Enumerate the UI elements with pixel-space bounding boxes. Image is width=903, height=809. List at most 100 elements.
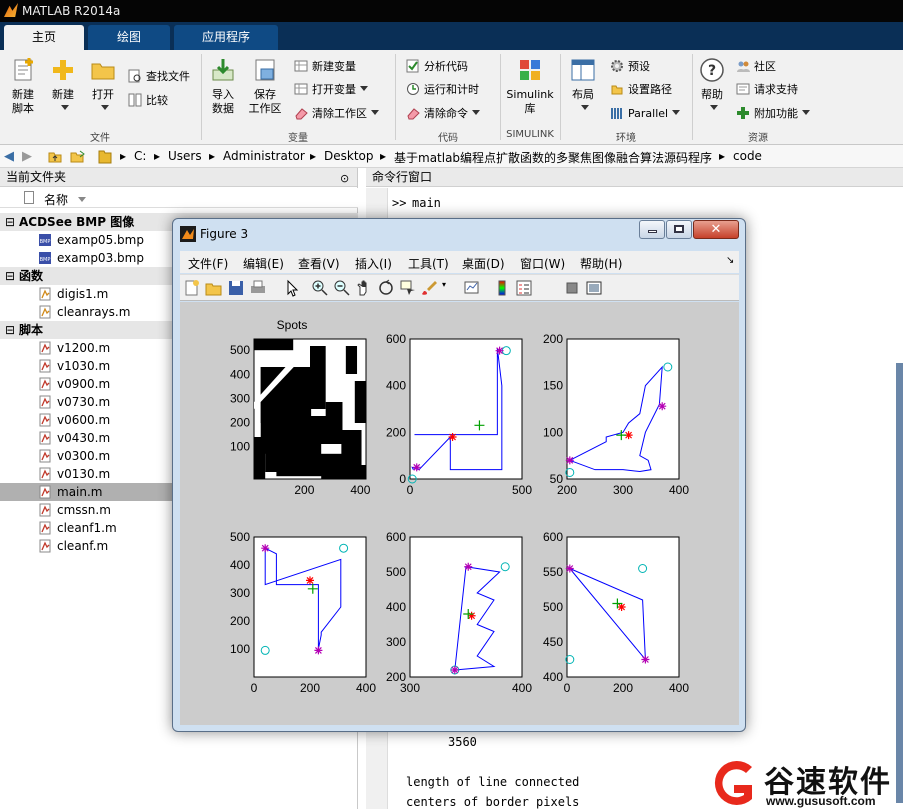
preferences-button[interactable]: 预设 [610, 58, 650, 76]
run-and-time-button[interactable]: 运行和计时 [406, 81, 479, 99]
close-button[interactable]: ✕ [693, 220, 739, 239]
clear-commands-button[interactable]: 清除命令 [406, 105, 480, 123]
rotate-3d-icon[interactable] [377, 279, 395, 297]
command-line[interactable]: main [412, 196, 441, 210]
community-button[interactable]: 社区 [736, 58, 776, 76]
y-tick-label: 400 [386, 379, 406, 393]
star-marker [641, 655, 650, 664]
browse-folder-icon[interactable] [70, 149, 86, 163]
pan-hand-icon[interactable] [355, 279, 373, 297]
panel-menu-icon[interactable]: ⊙ [340, 169, 349, 188]
open-variable-button[interactable]: 打开变量 [294, 81, 368, 99]
forward-arrow-icon[interactable]: ▶ [22, 149, 32, 164]
minimize-button[interactable] [639, 220, 665, 239]
breadcrumb-item[interactable]: 基于matlab编程点扩散函数的多聚焦图像融合算法源码程序 [394, 149, 712, 166]
brush-icon[interactable] [421, 279, 439, 297]
image-spot [345, 346, 358, 374]
breadcrumb-item[interactable]: Users [168, 149, 202, 163]
link-plot-icon[interactable] [463, 279, 481, 297]
new-figure-icon[interactable] [183, 279, 201, 297]
clear-workspace-button[interactable]: 清除工作区 [294, 105, 379, 123]
back-arrow-icon[interactable]: ◀ [4, 149, 14, 164]
chevron-down-icon [61, 105, 69, 110]
tab-apps[interactable]: 应用程序 [174, 25, 278, 50]
pointer-icon[interactable] [283, 279, 301, 297]
hide-plot-tools-icon[interactable] [563, 279, 581, 297]
legend-icon[interactable] [515, 279, 533, 297]
ribbon-tabs: 主页 绘图 应用程序 [0, 22, 903, 50]
save-workspace-button[interactable]: 保存 工作区 [246, 56, 284, 116]
panel-title: 命令行窗口 [372, 170, 433, 184]
x-tick-label: 400 [356, 681, 376, 695]
script-file-icon [39, 485, 51, 499]
y-tick-label: 500 [230, 530, 250, 544]
menu-tools[interactable]: 工具(T) [408, 255, 449, 272]
collapse-icon[interactable]: ⊟ [5, 267, 15, 285]
gear-icon [611, 60, 623, 72]
save-icon[interactable] [227, 279, 245, 297]
import-data-button[interactable]: 导入 数据 [206, 56, 240, 116]
collapse-icon[interactable]: ⊟ [5, 321, 15, 339]
image-spot [321, 465, 366, 479]
folder-icon [98, 150, 112, 164]
breadcrumb-separator: ▸ [310, 149, 317, 163]
scrollbar[interactable] [896, 363, 903, 803]
request-support-button[interactable]: 请求支持 [736, 81, 798, 99]
maximize-button[interactable] [666, 220, 692, 239]
addons-button[interactable]: 附加功能 [736, 105, 810, 123]
find-files-button[interactable]: 查找文件 [128, 68, 190, 86]
simulink-icon [520, 60, 540, 80]
script-file-icon [39, 431, 51, 445]
file-name: digis1.m [57, 287, 109, 301]
menu-view[interactable]: 查看(V) [298, 255, 340, 272]
output-value: 3560 [448, 735, 477, 749]
y-tick-label: 500 [543, 600, 563, 614]
menu-edit[interactable]: 编辑(E) [243, 255, 284, 272]
brush-dropdown-icon[interactable]: ▾ [442, 280, 446, 289]
new-script-button[interactable]: 新建 脚本 [6, 56, 40, 116]
chevron-down-icon [672, 110, 681, 115]
x-tick-label: 400 [669, 681, 689, 695]
group-label-environment: 环境 [616, 133, 636, 144]
layout-button[interactable]: 布局 [566, 56, 600, 116]
figure-canvas[interactable]: 200 400 500 400 300 200 100 Spots 0 500 600 400 200 0… [180, 302, 739, 725]
dock-arrow-icon[interactable]: ↘ [726, 255, 734, 266]
analyze-code-button[interactable]: 分析代码 [406, 58, 468, 76]
menu-help[interactable]: 帮助(H) [580, 255, 622, 272]
open-file-icon[interactable] [205, 279, 223, 297]
x-tick-label: 200 [300, 681, 320, 695]
up-folder-icon[interactable] [48, 149, 62, 163]
menu-desktop[interactable]: 桌面(D) [462, 255, 505, 272]
breadcrumb-item[interactable]: code [733, 149, 762, 163]
colorbar-icon[interactable] [493, 279, 511, 297]
new-variable-button[interactable]: 新建变量 [294, 58, 356, 76]
bmp-file-icon: BMP [39, 234, 51, 246]
collapse-icon[interactable]: ⊟ [5, 213, 15, 231]
help-button[interactable]: ? 帮助 [696, 56, 728, 116]
menu-file[interactable]: 文件(F) [188, 255, 228, 272]
menu-insert[interactable]: 插入(I) [355, 255, 392, 272]
breadcrumb-item[interactable]: Desktop [324, 149, 374, 163]
set-path-button[interactable]: 设置路径 [610, 81, 672, 99]
zoom-in-icon[interactable] [311, 279, 329, 297]
show-plot-tools-icon[interactable] [585, 279, 603, 297]
tab-plots[interactable]: 绘图 [88, 25, 170, 50]
compare-button[interactable]: 比较 [128, 92, 168, 110]
breadcrumb-item[interactable]: Administrator [223, 149, 305, 163]
y-tick-label: 600 [386, 530, 406, 544]
column-header[interactable]: 名称 [0, 188, 358, 208]
open-button[interactable]: 打开 [86, 56, 120, 116]
new-button[interactable]: 新建 [46, 56, 80, 116]
section-label: ACDSee BMP 图像 [19, 215, 135, 229]
menu-window[interactable]: 窗口(W) [520, 255, 565, 272]
parallel-button[interactable]: Parallel [610, 105, 681, 123]
data-cursor-icon[interactable] [399, 279, 417, 297]
figure-window[interactable]: Figure 3 ✕ 文件(F) 编辑(E) 查看(V) 插入(I) 工具(T)… [172, 218, 746, 732]
breadcrumb-item[interactable]: C: [134, 149, 146, 163]
tab-home[interactable]: 主页 [4, 25, 84, 50]
zoom-out-icon[interactable] [333, 279, 351, 297]
print-icon[interactable] [249, 279, 267, 297]
axes-box [253, 536, 367, 678]
open-variable-icon [294, 83, 308, 95]
simulink-library-button[interactable]: Simulink 库 [504, 56, 556, 116]
